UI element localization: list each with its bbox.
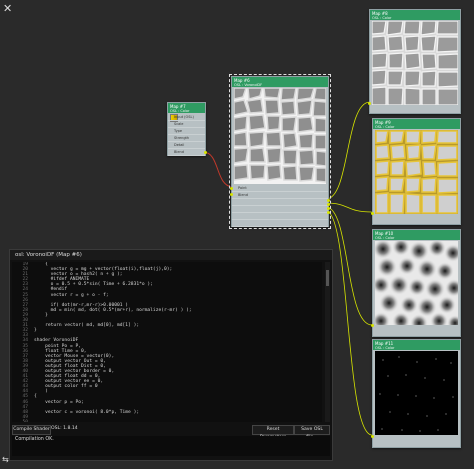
input-socket[interactable]	[371, 435, 374, 438]
output-socket[interactable]	[327, 199, 330, 202]
input-socket[interactable]	[230, 193, 233, 196]
node-map6-voronoidf[interactable]: Map #6 OSL : VoronoiDF Point Blend	[229, 74, 331, 229]
editor-toolbar: Compile Shader OSL: 1.8.14 Reset Paramet…	[12, 425, 330, 440]
compile-shader-button[interactable]: Compile Shader	[12, 425, 51, 435]
node-param-row[interactable]: Detail	[168, 142, 205, 149]
output-socket[interactable]	[327, 203, 330, 206]
node-param-row[interactable]: Type	[168, 128, 205, 135]
node-input-blend[interactable]: Blend	[232, 192, 328, 199]
node-map7[interactable]: Map #7 OSL : Color Input (OSL) Scale Typ…	[167, 102, 207, 156]
osl-editor-panel: osl: VoronoiDF (Map #6) 19 20 21 22 23 24 25 26…	[9, 249, 333, 461]
compile-status: Compilation OK.	[15, 437, 54, 442]
node-header[interactable]: Map #7 OSL : Color	[168, 103, 205, 113]
distance-field-preview	[375, 241, 458, 325]
node-header[interactable]: Map #11 OSL : Color	[373, 340, 460, 350]
code-editor[interactable]: 19 20 21 22 23 24 25 26 27 28 29 30 31 32 33 34 35 36 37 38…	[12, 262, 322, 422]
node-output-a[interactable]: Map #8 OSL : Color	[368, 9, 461, 114]
voronoi-border-preview	[375, 130, 458, 214]
output-socket[interactable]	[327, 207, 330, 210]
scroll-thumb[interactable]	[326, 270, 329, 286]
output-socket[interactable]	[327, 211, 330, 214]
voronoi-cells-preview	[372, 21, 458, 105]
reset-parameters-button[interactable]: Reset Parameters	[252, 425, 294, 440]
line-number: 50	[12, 420, 28, 422]
input-socket[interactable]	[368, 102, 371, 105]
node-header[interactable]: Map #9 OSL : Color	[373, 119, 460, 129]
close-icon[interactable]: ✕	[3, 2, 12, 15]
output-socket[interactable]	[204, 151, 207, 154]
node-param-row[interactable]: Input (OSL)	[168, 114, 205, 121]
node-param-row[interactable]	[232, 199, 328, 206]
save-osl-file-button[interactable]: Save OSL file...	[294, 425, 330, 440]
code-line[interactable]	[34, 420, 322, 422]
code-text[interactable]: { vector g = mg + vector(float(i),float(…	[34, 262, 322, 422]
node-header[interactable]: Map #6 OSL : VoronoiDF	[232, 77, 328, 87]
navigation-icon[interactable]: ⇆	[2, 455, 9, 464]
node-param-row[interactable]	[232, 213, 328, 220]
node-param-row[interactable]: Blend	[168, 149, 205, 156]
points-preview	[375, 351, 458, 435]
line-numbers: 19 20 21 22 23 24 25 26 27 28 29 30 31 32 33 34 35 36 37 38…	[12, 262, 28, 422]
input-socket[interactable]	[371, 324, 374, 327]
node-param-row[interactable]	[232, 220, 328, 227]
compile-output: Compilation OK.	[12, 436, 330, 456]
voronoi-preview	[234, 88, 326, 184]
node-output-d[interactable]: Map #11 OSL : Color	[371, 339, 461, 448]
node-header[interactable]: Map #8 OSL : Color	[370, 10, 460, 20]
panel-title: osl: VoronoiDF (Map #6)	[10, 250, 332, 260]
node-param-row[interactable]: Strength	[168, 135, 205, 142]
input-socket[interactable]	[371, 212, 374, 215]
node-output-c[interactable]: Map #10 OSL : Color	[371, 229, 461, 337]
node-header[interactable]: Map #10 OSL : Color	[373, 230, 460, 240]
input-socket[interactable]	[230, 187, 233, 190]
node-param-row[interactable]: Scale	[168, 121, 205, 128]
editor-scrollbar[interactable]	[325, 262, 330, 422]
node-param-row[interactable]	[232, 206, 328, 213]
node-output-b[interactable]: Map #9 OSL : Color	[371, 118, 461, 225]
osl-version-label: OSL: 1.8.14	[51, 426, 78, 431]
node-input-point[interactable]: Point	[232, 185, 328, 192]
